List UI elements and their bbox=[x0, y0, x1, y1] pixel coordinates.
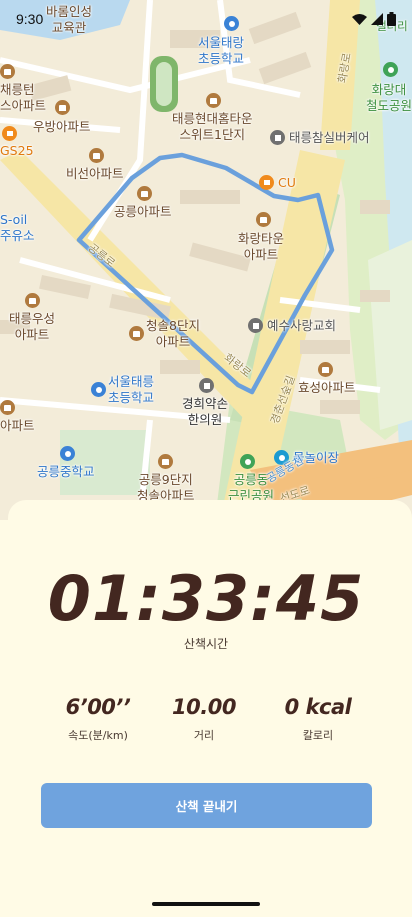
map-label-ubang: 우방아파트 bbox=[33, 119, 91, 134]
apartment-pin-icon bbox=[318, 362, 333, 377]
church-pin-icon bbox=[248, 318, 263, 333]
map-label-cheongsol8: 청솔8단지 아파트 bbox=[146, 318, 200, 349]
store-pin-icon bbox=[2, 126, 17, 141]
facility-pin-icon bbox=[270, 130, 285, 145]
map-label-apt-left: 아파트 bbox=[0, 418, 35, 433]
map-label-cu: CU bbox=[278, 175, 296, 190]
distance-value: 10.00 bbox=[172, 695, 236, 719]
cellular-signal-icon bbox=[371, 13, 383, 25]
apartment-pin-icon bbox=[0, 64, 15, 79]
map-view[interactable]: 바롬인성 교육관 서울태랑 초등학교 화랑로 화랑대 철도공원 갤러리 채릉턴 … bbox=[0, 0, 412, 520]
status-time: 9:30 bbox=[16, 11, 44, 27]
map-label-kyunghee: 경희약손 한의원 bbox=[182, 396, 229, 427]
apartment-pin-icon bbox=[25, 293, 40, 308]
map-label-bisun: 비선아파트 bbox=[66, 166, 124, 181]
end-walk-button[interactable]: 산책 끝내기 bbox=[41, 783, 372, 828]
battery-icon bbox=[387, 12, 396, 26]
map-label-taereung-hyundai: 태릉현대홈타운 스위트1단지 bbox=[172, 111, 253, 142]
apartment-pin-icon bbox=[256, 212, 271, 227]
apartment-pin-icon bbox=[0, 400, 15, 415]
home-indicator[interactable] bbox=[152, 902, 260, 906]
clinic-pin-icon bbox=[199, 378, 214, 393]
map-label-gs25: GS25 bbox=[0, 143, 34, 158]
school-pin-icon bbox=[91, 382, 106, 397]
map-label-gongneung-middle: 공릉중학교 bbox=[37, 464, 95, 479]
map-label-yesu-church: 예수사랑교회 bbox=[267, 318, 337, 333]
distance-label: 거리 bbox=[193, 729, 215, 742]
apartment-pin-icon bbox=[89, 148, 104, 163]
apartment-pin-icon bbox=[158, 454, 173, 469]
calories-value: 0 kcal bbox=[284, 695, 352, 719]
school-pin-icon bbox=[60, 446, 75, 461]
map-label-soil: S-oil 주유소 bbox=[0, 212, 35, 243]
map-label-gongneung-apt: 공릉아파트 bbox=[114, 204, 172, 219]
map-label-school-taereung2: 서울태릉 초등학교 bbox=[108, 374, 155, 405]
apartment-pin-icon bbox=[137, 186, 152, 201]
map-label-school-taereung: 서울태랑 초등학교 bbox=[198, 35, 245, 66]
map-label-taereung-woosung: 태릉우성 아파트 bbox=[9, 311, 56, 342]
elapsed-time-label: 산책시간 bbox=[183, 637, 229, 651]
apartment-pin-icon bbox=[55, 100, 70, 115]
calories-stat: 0 kcal 칼로리 bbox=[253, 695, 383, 743]
apartment-pin-icon bbox=[206, 93, 221, 108]
map-label-taereung-care: 태릉참실버케어 bbox=[289, 130, 370, 145]
park-pin-icon bbox=[240, 454, 255, 469]
park-pin-icon bbox=[383, 62, 398, 77]
status-icons bbox=[352, 12, 396, 26]
map-label-hyosung: 효성아파트 bbox=[298, 380, 356, 395]
map-label-hwarangdae: 화랑대 철도공원 bbox=[366, 82, 412, 113]
calories-label: 칼로리 bbox=[302, 729, 334, 742]
wifi-icon bbox=[352, 13, 367, 25]
apartment-pin-icon bbox=[129, 326, 144, 341]
store-pin-icon bbox=[259, 175, 274, 190]
status-bar: 9:30 bbox=[0, 0, 412, 36]
map-label-hwarang-town: 화랑타운 아파트 bbox=[238, 231, 285, 262]
map-label-chaeryeon: 채릉턴 스아파트 bbox=[0, 82, 47, 113]
elapsed-time: 01:33:45 bbox=[47, 562, 365, 635]
distance-stat: 10.00 거리 bbox=[139, 695, 269, 743]
